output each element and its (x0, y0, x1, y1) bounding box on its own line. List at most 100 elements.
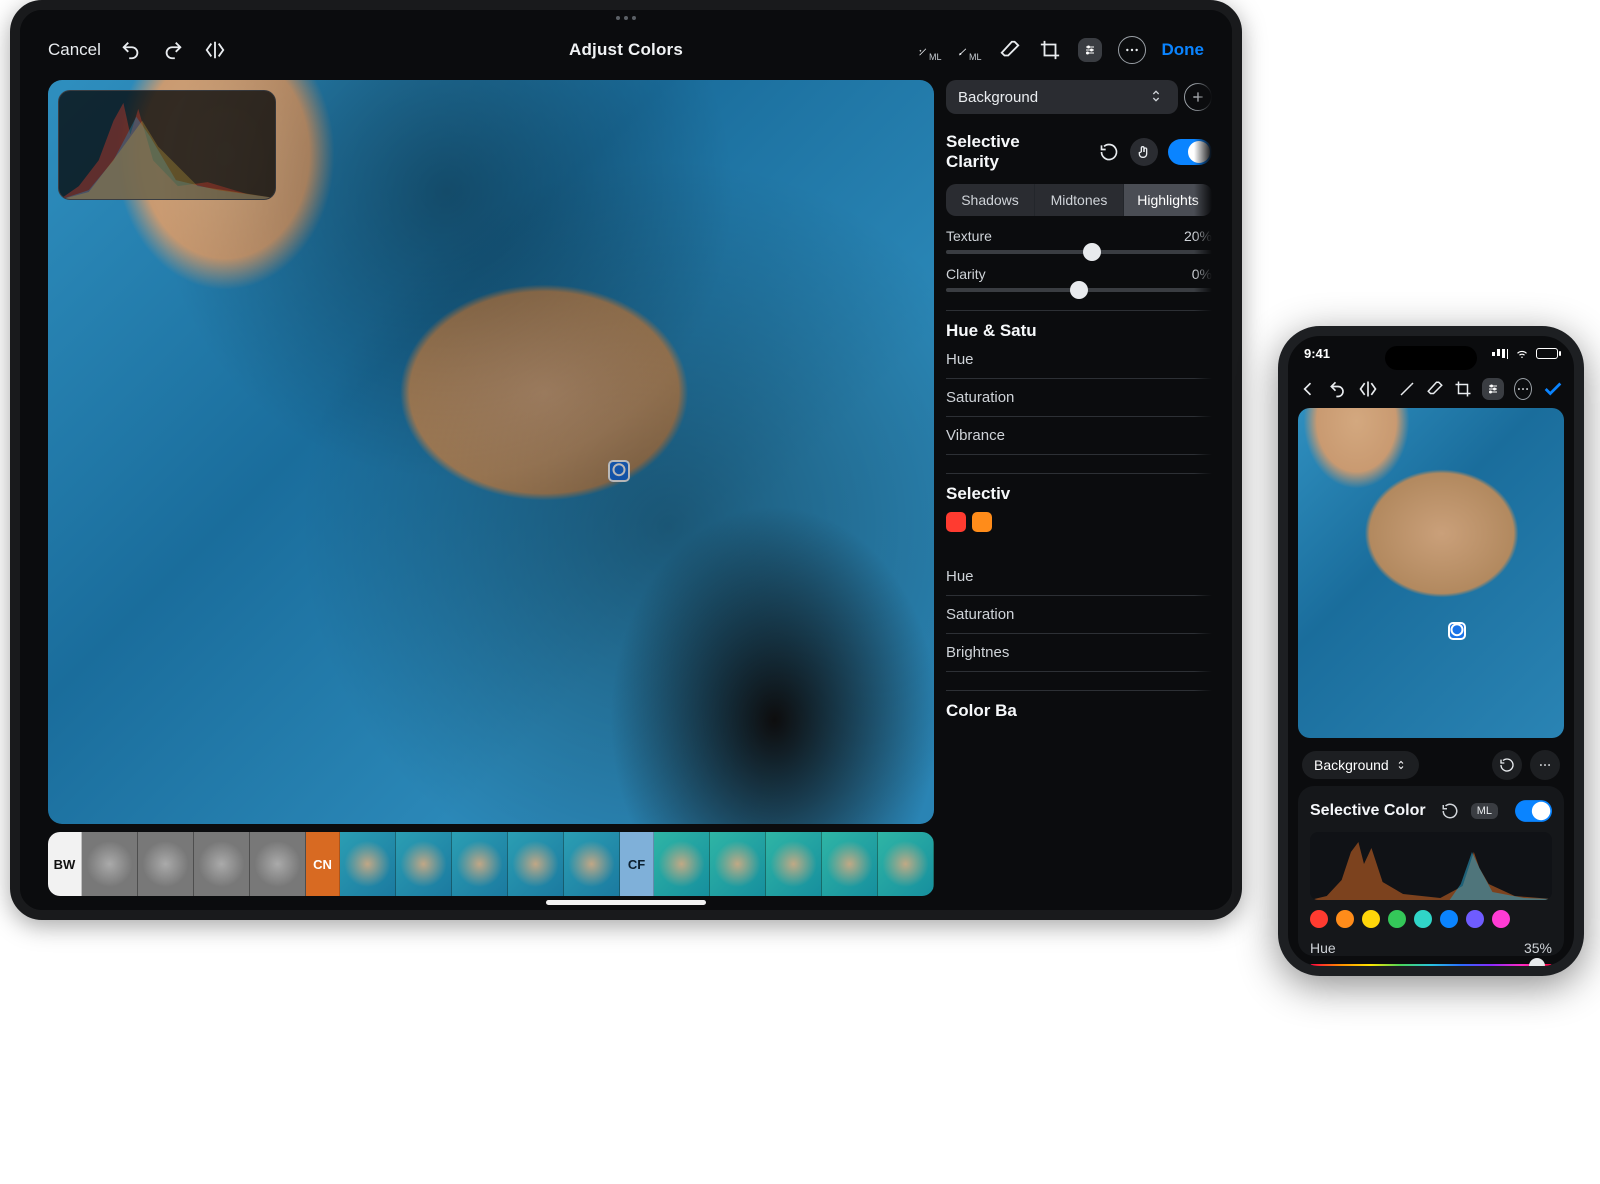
filmstrip-thumb[interactable] (710, 832, 766, 896)
check-icon[interactable] (1542, 378, 1564, 400)
layer-pill-row: Background (1302, 750, 1560, 780)
redo-icon[interactable] (161, 38, 185, 62)
side-panel: Background Selective Clarity (946, 80, 1212, 896)
ipad-screen: Cancel Adjust Colors ML (20, 10, 1232, 910)
canvas[interactable] (48, 80, 934, 824)
iphone-toolbar (1298, 378, 1564, 400)
filmstrip-chip-cn[interactable]: CN (306, 832, 340, 896)
swatch-blue[interactable] (1440, 910, 1458, 928)
undo-icon[interactable] (119, 38, 143, 62)
crop-icon[interactable] (1454, 378, 1472, 400)
row-vibrance[interactable]: Vibrance (946, 417, 1212, 455)
sliders-icon[interactable] (1482, 378, 1504, 400)
filmstrip-thumb[interactable] (194, 832, 250, 896)
reset-icon[interactable] (1492, 750, 1522, 780)
chevron-updown-icon (1395, 758, 1407, 772)
done-button[interactable]: Done (1162, 40, 1205, 60)
cancel-button[interactable]: Cancel (48, 40, 101, 60)
swatch-teal[interactable] (1414, 910, 1432, 928)
hue-value: 35% (1524, 940, 1552, 956)
magic-wand-icon[interactable] (1398, 378, 1416, 400)
back-icon[interactable] (1298, 378, 1318, 400)
clarity-row: Clarity0% (946, 266, 1212, 292)
filmstrip-thumb[interactable] (340, 832, 396, 896)
row-hue2[interactable]: Hue (946, 558, 1212, 596)
magic-wand-ml-icon[interactable]: ML (918, 38, 942, 62)
more-icon[interactable] (1530, 750, 1560, 780)
page-title: Adjust Colors (569, 40, 683, 60)
battery-icon (1536, 348, 1558, 359)
ml-curve-icon[interactable]: ML (958, 38, 982, 62)
filmstrip-thumb[interactable] (82, 832, 138, 896)
crop-icon[interactable] (1038, 38, 1062, 62)
selective-color-card: Selective Color ML (1298, 786, 1564, 956)
selective-clarity-title: Selective Clarity (946, 132, 1077, 172)
row-saturation[interactable]: Saturation (946, 379, 1212, 417)
filmstrip-thumb[interactable] (878, 832, 934, 896)
filmstrip-thumb[interactable] (452, 832, 508, 896)
eraser-icon[interactable] (1426, 378, 1444, 400)
segment-midtones[interactable]: Midtones (1035, 184, 1124, 216)
sliders-icon[interactable] (1078, 38, 1102, 62)
compare-icon[interactable] (203, 38, 227, 62)
filmstrip-chip-bw[interactable]: BW (48, 832, 82, 896)
filmstrip-thumb[interactable] (822, 832, 878, 896)
swatch-purple[interactable] (1466, 910, 1484, 928)
selective-color-title: Selective Color (1310, 802, 1429, 820)
face-marker-icon[interactable] (608, 460, 630, 482)
filmstrip[interactable]: BW CN CF (48, 832, 934, 896)
clarity-label: Clarity (946, 266, 986, 282)
home-indicator[interactable] (546, 900, 706, 905)
hue-slider[interactable] (1310, 964, 1552, 968)
cellular-icon (1492, 349, 1508, 359)
texture-row: Texture20% (946, 228, 1212, 254)
texture-label: Texture (946, 228, 992, 244)
texture-slider[interactable] (946, 250, 1212, 254)
compare-icon[interactable] (1358, 378, 1378, 400)
color-swatches (1310, 910, 1552, 928)
swatch-red[interactable] (1310, 910, 1328, 928)
row-hue[interactable]: Hue (946, 341, 1212, 379)
filmstrip-thumb[interactable] (250, 832, 306, 896)
swatch-green[interactable] (1388, 910, 1406, 928)
color-balance-title-partial: Color Ba (946, 701, 1212, 721)
selective-color-toggle[interactable] (1515, 800, 1552, 822)
selective-clarity-panel: Selective Clarity Shadows Midtones (946, 132, 1212, 292)
iphone-canvas[interactable] (1298, 408, 1564, 738)
eraser-icon[interactable] (998, 38, 1022, 62)
status-time: 9:41 (1304, 346, 1330, 361)
swatch-red[interactable] (946, 512, 966, 532)
filmstrip-thumb[interactable] (564, 832, 620, 896)
row-brightness[interactable]: Brightnes (946, 634, 1212, 672)
iphone-frame: 9:41 Background (1278, 326, 1584, 976)
filmstrip-thumb[interactable] (766, 832, 822, 896)
tone-segmented[interactable]: Shadows Midtones Highlights (946, 184, 1212, 216)
ml-chip[interactable]: ML (1471, 803, 1498, 819)
undo-icon[interactable] (1328, 378, 1348, 400)
selective-color-histogram (1310, 832, 1552, 900)
reset-icon[interactable] (1097, 140, 1121, 164)
filmstrip-thumb[interactable] (654, 832, 710, 896)
swatch-orange[interactable] (1336, 910, 1354, 928)
hue-label: Hue (1310, 940, 1336, 956)
histogram-inset[interactable] (58, 90, 276, 200)
clarity-slider[interactable] (946, 288, 1212, 292)
finger-icon[interactable] (1130, 138, 1158, 166)
more-icon[interactable] (1118, 36, 1146, 64)
row-sat2[interactable]: Saturation (946, 596, 1212, 634)
ipad-toolbar: Cancel Adjust Colors ML (48, 32, 1204, 68)
layer-select[interactable]: Background (946, 80, 1178, 114)
more-icon[interactable] (1514, 378, 1532, 400)
filmstrip-chip-cf[interactable]: CF (620, 832, 654, 896)
swatch-magenta[interactable] (1492, 910, 1510, 928)
filmstrip-thumb[interactable] (508, 832, 564, 896)
filmstrip-thumb[interactable] (396, 832, 452, 896)
face-marker-icon[interactable] (1448, 622, 1466, 640)
segment-shadows[interactable]: Shadows (946, 184, 1035, 216)
swatch-yellow[interactable] (1362, 910, 1380, 928)
filmstrip-thumb[interactable] (138, 832, 194, 896)
multitask-handle-icon[interactable] (616, 16, 636, 20)
reset-icon[interactable] (1439, 800, 1461, 822)
layer-pill[interactable]: Background (1302, 751, 1419, 779)
swatch-orange[interactable] (972, 512, 992, 532)
